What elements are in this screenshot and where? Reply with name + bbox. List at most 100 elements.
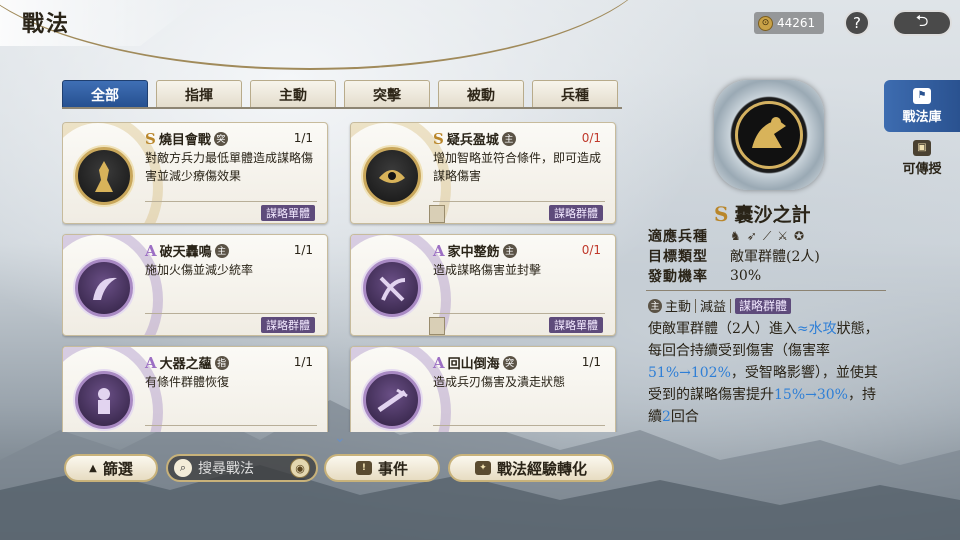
card-divider [145,313,317,314]
type-badge-icon: 指 [214,355,229,370]
side-tab-label: 可傳授 [902,161,942,177]
tag-effect: 減益 [700,300,727,315]
side-tab-tactic-library[interactable]: ⚑ 戰法庫 [884,80,960,132]
tactic-name: A 回山倒海 突 [433,353,517,372]
card-divider [433,425,605,426]
card-divider [145,201,317,202]
tab-passive[interactable]: 被動 [438,80,524,108]
tactic-description: 對敵方兵力最低單體造成謀略傷害並減少療傷效果 [145,151,314,183]
currency-amount: 44261 [777,16,816,30]
tab-assault[interactable]: 突擊 [344,80,430,108]
card-divider [433,313,605,314]
desc-highlight: 2 [662,409,671,425]
tactic-card[interactable]: A 回山倒海 突 1/1 造成兵刃傷害及潰走狀態 [350,346,616,432]
tactic-description: 施加火傷並減少統率 [145,263,254,277]
tag-separator [695,298,697,313]
tactic-description: 造成謀略傷害並封擊 [433,263,542,277]
tactic-description: 有條件群體恢復 [145,375,230,389]
back-arrow-icon: ⮌ [915,10,929,30]
scroll-icon: ▣ [913,139,931,156]
tactic-emblem-icon [75,259,133,317]
scroll-down-chevron-icon[interactable]: ⌄ [334,430,346,446]
tactic-tag: 謀略單體 [261,205,315,221]
triangle-up-icon: ▲ [89,462,97,474]
header-bar: 戰法 ⊙ 44261 ? ⮌ [0,0,960,70]
tab-underline [62,107,622,109]
grade-label: A [145,353,157,372]
general-avatar [429,317,445,335]
tactic-count: 1/1 [581,355,601,369]
tab-command[interactable]: 指揮 [156,80,242,108]
type-badge-icon: 主 [214,243,229,258]
help-button[interactable]: ? [844,10,870,36]
tab-troop[interactable]: 兵種 [532,80,618,108]
detail-name: 囊沙之計 [734,204,811,226]
convert-label: 戰法經驗轉化 [496,459,587,478]
event-button[interactable]: ! 事件 [324,454,440,482]
tactic-count: 1/1 [293,131,313,145]
emblem-core [735,101,803,169]
filter-label: 篩選 [102,459,133,478]
tactic-title: 家中整飭 [447,245,500,260]
search-input[interactable]: ⌕ 搜尋戰法 ◉ [166,454,318,482]
tab-all[interactable]: 全部 [62,80,148,108]
desc-highlight: ≈水攻 [796,321,837,337]
tactic-tag: 謀略群體 [549,205,603,221]
search-placeholder: 搜尋戰法 [198,461,254,477]
tactic-count: 1/1 [293,355,313,369]
attr-value: 敵軍群體(2人) [730,249,820,265]
event-label: 事件 [377,459,408,478]
type-badge-icon: 主 [502,243,517,258]
tactic-count: 1/1 [293,243,313,257]
tactic-card[interactable]: A 大器之蘊 指 1/1 有條件群體恢復 [62,346,328,432]
tactic-count: 0/1 [581,131,601,145]
tactic-name: A 大器之蘊 指 [145,353,229,372]
detail-divider [646,290,886,291]
tactic-title: 破天轟鳴 [159,245,212,260]
side-tab-label: 戰法庫 [902,109,942,125]
tactic-emblem-icon [363,147,421,205]
attr-label: 發動機率 [648,269,708,285]
tactic-card[interactable]: A 破天轟鳴 主 1/1 施加火傷並減少統率 謀略群體 [62,234,328,336]
convert-experience-button[interactable]: ✦ 戰法經驗轉化 [448,454,614,482]
coin-icon: ⊙ [758,15,773,31]
tag-separator [730,298,732,313]
sword-icon: ⚔ [777,228,788,243]
back-button[interactable]: ⮌ [892,10,952,36]
grade-label: A [145,241,157,260]
tactic-name: S 疑兵盈城 主 [433,129,516,148]
troop-type-icons: ♞ ➶ ⟋ ⚔ ✪ [730,229,804,244]
tactic-card[interactable]: S 燒目會戰 突 1/1 對敵方兵力最低單體造成謀略傷害並減少療傷效果 謀略單體 [62,122,328,224]
attr-value: 30% [730,268,762,284]
tactic-emblem-icon [363,371,421,429]
tactic-card[interactable]: S 疑兵盈城 主 0/1 增加智略並符合條件，即可造成謀略傷害 謀略群體 [350,122,616,224]
bow-icon: ➶ [746,228,757,243]
tactic-name: A 家中整飭 主 [433,241,517,260]
tag-type: 主 主動 [648,296,691,315]
grade-label: A [433,353,445,372]
attr-label: 適應兵種 [648,229,708,245]
tab-active[interactable]: 主動 [250,80,336,108]
desc-text: 回合 [670,409,699,425]
search-icon: ⌕ [174,459,192,477]
attr-target-type: 目標類型 敵軍群體(2人) [648,246,820,266]
detail-grade-label: S [714,201,729,226]
side-tab-teachable[interactable]: ▣ 可傳授 [884,132,960,184]
tactic-full-description: 使敵軍群體（2人）進入≈水攻狀態，每回合持續受到傷害（傷害率51%→102%，受… [648,318,888,428]
attr-label: 目標類型 [648,249,708,265]
search-confirm-icon[interactable]: ◉ [290,458,310,478]
filter-button[interactable]: ▲ 篩選 [64,454,158,482]
desc-highlight: 15%→30% [774,387,848,403]
tag-type-label: 主動 [665,300,692,315]
tactic-description: 造成兵刃傷害及潰走狀態 [433,375,566,389]
tactic-tag: 謀略群體 [261,317,315,333]
grade-label: S [433,129,444,148]
tactic-card-list[interactable]: S 燒目會戰 突 1/1 對敵方兵力最低單體造成謀略傷害並減少療傷效果 謀略單體… [62,122,622,432]
selected-tactic-emblem-icon [714,80,824,190]
tactic-tag: 謀略單體 [549,317,603,333]
event-icon: ! [355,461,372,475]
type-badge-icon: 突 [213,131,228,146]
tactic-card[interactable]: A 家中整飭 主 0/1 造成謀略傷害並封擊 謀略單體 [350,234,616,336]
active-type-icon: 主 [648,298,662,313]
tactic-title: 燒目會戰 [158,133,211,148]
